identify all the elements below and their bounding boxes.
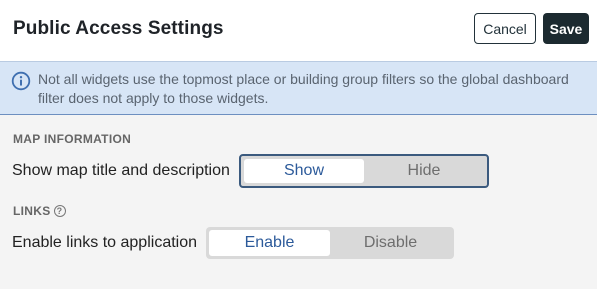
info-banner: Not all widgets use the topmost place or… [0,61,597,115]
toggle-option-enable[interactable]: Enable [209,230,330,256]
links-heading: LINKS? [13,204,66,218]
links-heading-label: LINKS [13,204,51,218]
page-title: Public Access Settings [13,18,224,39]
banner-message: Not all widgets use the topmost place or… [38,71,569,106]
show-map-title-label: Show map title and description [12,162,230,179]
toggle-option-show[interactable]: Show [244,159,364,183]
info-icon [11,71,31,91]
toggle-option-disable[interactable]: Disable [330,230,451,256]
links-toggle[interactable]: Enable Disable [206,227,454,259]
map-title-toggle[interactable]: Show Hide [239,154,489,188]
map-information-heading: MAP INFORMATION [13,132,132,146]
save-button[interactable]: Save [543,13,589,44]
toggle-option-hide[interactable]: Hide [364,159,484,183]
header-bar: Public Access Settings Cancel Save [0,0,597,61]
cancel-button[interactable]: Cancel [474,13,536,44]
enable-links-label: Enable links to application [12,234,198,251]
help-icon[interactable]: ? [53,205,66,217]
